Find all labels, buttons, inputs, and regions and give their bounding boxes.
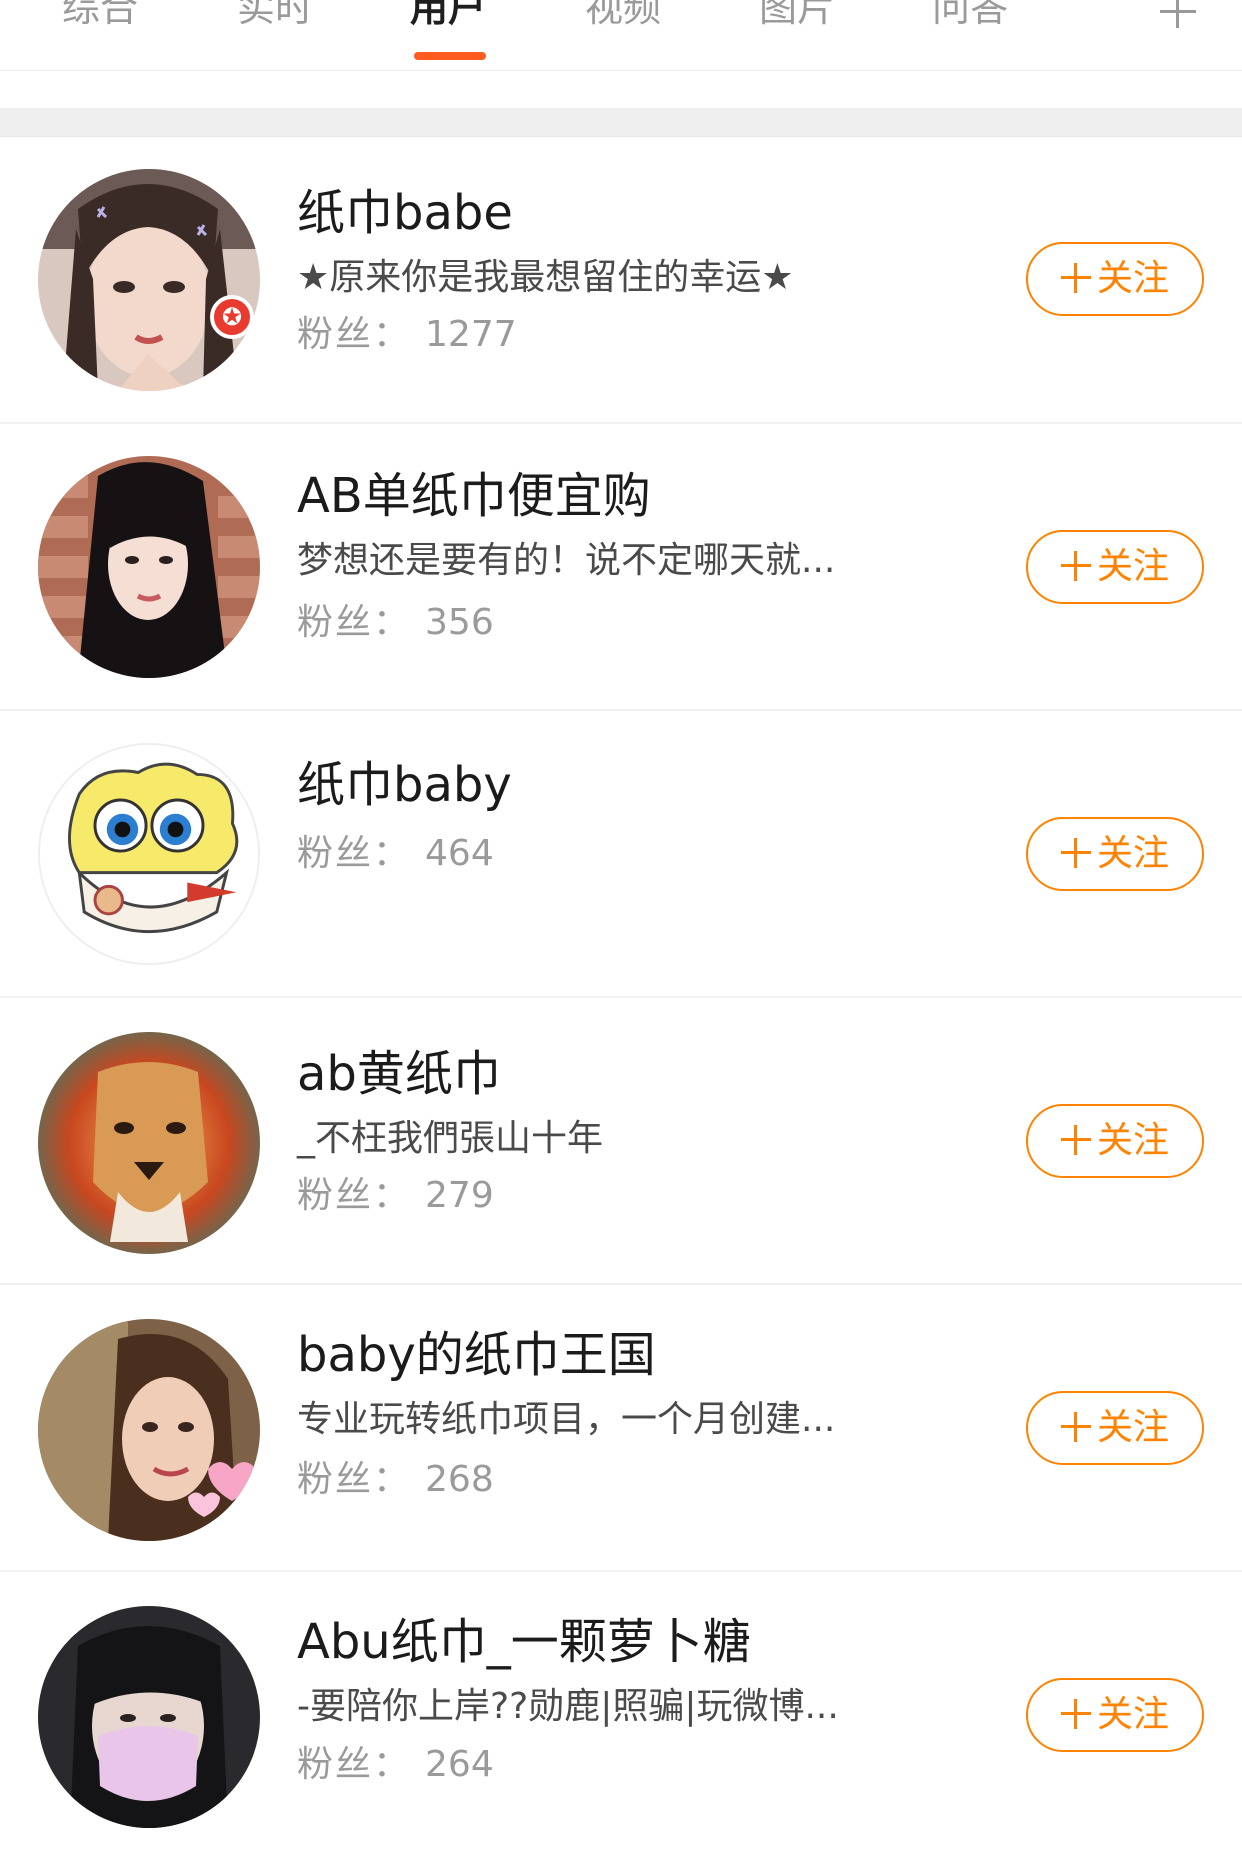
user-description: 梦想还是要有的！说不定哪天就... bbox=[297, 540, 836, 581]
girl-photo-icon bbox=[38, 169, 260, 391]
tab-realtime[interactable]: 实时 bbox=[237, 0, 313, 38]
tab-images[interactable]: 图片 bbox=[759, 0, 835, 38]
follow-label: 关注 bbox=[1096, 1120, 1169, 1161]
follow-label: 关注 bbox=[1096, 546, 1169, 587]
spacer bbox=[0, 71, 1242, 108]
user-description: _不枉我們張山十年 bbox=[297, 1118, 604, 1159]
girl-photo-hearts-icon bbox=[38, 1319, 260, 1541]
plus-icon[interactable] bbox=[1160, 0, 1196, 28]
fans-number: 279 bbox=[425, 1175, 494, 1216]
fans-count: 粉丝： 1277 bbox=[297, 312, 517, 358]
fans-number: 464 bbox=[425, 833, 494, 874]
tab-bar: 综合 实时 用户 视频 图片 问答 bbox=[0, 0, 1242, 71]
user-name[interactable]: ab黄纸巾 bbox=[297, 1044, 501, 1104]
tab-comprehensive[interactable]: 综合 bbox=[62, 0, 138, 38]
follow-button[interactable]: 关注 bbox=[1026, 530, 1204, 604]
follow-button[interactable]: 关注 bbox=[1026, 1104, 1204, 1178]
avatar[interactable] bbox=[38, 1032, 260, 1254]
follow-button[interactable]: 关注 bbox=[1026, 1391, 1204, 1465]
user-list: ✪ 纸巾babe ★原来你是我最想留住的幸运★ 粉丝： 1277 关注 AB单纸… bbox=[0, 137, 1242, 1859]
plus-icon bbox=[1060, 1699, 1091, 1729]
tab-video[interactable]: 视频 bbox=[585, 0, 661, 38]
plus-icon bbox=[1060, 1412, 1091, 1442]
user-name[interactable]: 纸巾baby bbox=[297, 755, 512, 815]
plus-icon bbox=[1060, 263, 1091, 293]
fans-label: 粉丝： bbox=[297, 602, 412, 643]
fans-count: 粉丝： 464 bbox=[297, 831, 494, 877]
active-tab-indicator bbox=[414, 52, 486, 60]
avatar[interactable] bbox=[38, 456, 260, 678]
follow-button[interactable]: 关注 bbox=[1026, 817, 1204, 891]
fans-count: 粉丝： 356 bbox=[297, 600, 494, 646]
fans-label: 粉丝： bbox=[297, 1459, 412, 1500]
user-row[interactable]: AB单纸巾便宜购 梦想还是要有的！说不定哪天就... 粉丝： 356 关注 bbox=[0, 424, 1242, 711]
user-row[interactable]: baby的纸巾王国 专业玩转纸巾项目，一个月创建... 粉丝： 268 关注 bbox=[0, 1285, 1242, 1572]
user-row[interactable]: Abu纸巾_一颗萝卜糖 -要陪你上岸??勋鹿|照骗|玩微博... 粉丝： 264 … bbox=[0, 1572, 1242, 1859]
avatar[interactable] bbox=[38, 1606, 260, 1828]
user-name[interactable]: AB单纸巾便宜购 bbox=[297, 466, 651, 526]
user-description: -要陪你上岸??勋鹿|照骗|玩微博... bbox=[297, 1686, 839, 1727]
plus-icon bbox=[1060, 838, 1091, 868]
user-name[interactable]: baby的纸巾王国 bbox=[297, 1325, 656, 1385]
fans-count: 粉丝： 268 bbox=[297, 1457, 494, 1503]
follow-label: 关注 bbox=[1096, 833, 1169, 874]
fans-label: 粉丝： bbox=[297, 1175, 412, 1216]
tab-users[interactable]: 用户 bbox=[410, 0, 486, 38]
follow-label: 关注 bbox=[1096, 258, 1169, 299]
tab-qa[interactable]: 问答 bbox=[932, 0, 1008, 38]
fans-number: 264 bbox=[425, 1744, 494, 1785]
girl-photo-brick-wall-icon bbox=[38, 456, 260, 678]
section-divider bbox=[0, 108, 1242, 137]
user-row[interactable]: 纸巾baby 粉丝： 464 关注 bbox=[0, 711, 1242, 998]
plus-icon bbox=[1060, 551, 1091, 581]
follow-button[interactable]: 关注 bbox=[1026, 1678, 1204, 1752]
follow-button[interactable]: 关注 bbox=[1026, 242, 1204, 316]
vip-badge-icon: ✪ bbox=[210, 295, 254, 339]
user-name[interactable]: Abu纸巾_一颗萝卜糖 bbox=[297, 1612, 751, 1672]
user-row[interactable]: ab黄纸巾 _不枉我們張山十年 粉丝： 279 关注 bbox=[0, 998, 1242, 1285]
user-description: ★原来你是我最想留住的幸运★ bbox=[297, 257, 794, 298]
follow-label: 关注 bbox=[1096, 1694, 1169, 1735]
fans-number: 1277 bbox=[425, 314, 517, 355]
masked-person-photo-icon bbox=[38, 1606, 260, 1828]
user-description: 专业玩转纸巾项目，一个月创建... bbox=[297, 1399, 836, 1440]
avatar[interactable] bbox=[38, 743, 260, 965]
fans-number: 268 bbox=[425, 1459, 494, 1500]
lion-painting-icon bbox=[38, 1032, 260, 1254]
fans-label: 粉丝： bbox=[297, 314, 412, 355]
fans-label: 粉丝： bbox=[297, 1744, 412, 1785]
follow-label: 关注 bbox=[1096, 1407, 1169, 1448]
fans-label: 粉丝： bbox=[297, 833, 412, 874]
cartoon-sponge-icon bbox=[40, 745, 258, 963]
user-name[interactable]: 纸巾babe bbox=[297, 183, 513, 243]
avatar[interactable] bbox=[38, 169, 260, 391]
avatar[interactable] bbox=[38, 1319, 260, 1541]
fans-count: 粉丝： 279 bbox=[297, 1173, 494, 1219]
fans-number: 356 bbox=[425, 602, 494, 643]
plus-icon bbox=[1060, 1125, 1091, 1155]
fans-count: 粉丝： 264 bbox=[297, 1742, 494, 1788]
user-row[interactable]: ✪ 纸巾babe ★原来你是我最想留住的幸运★ 粉丝： 1277 关注 bbox=[0, 137, 1242, 424]
